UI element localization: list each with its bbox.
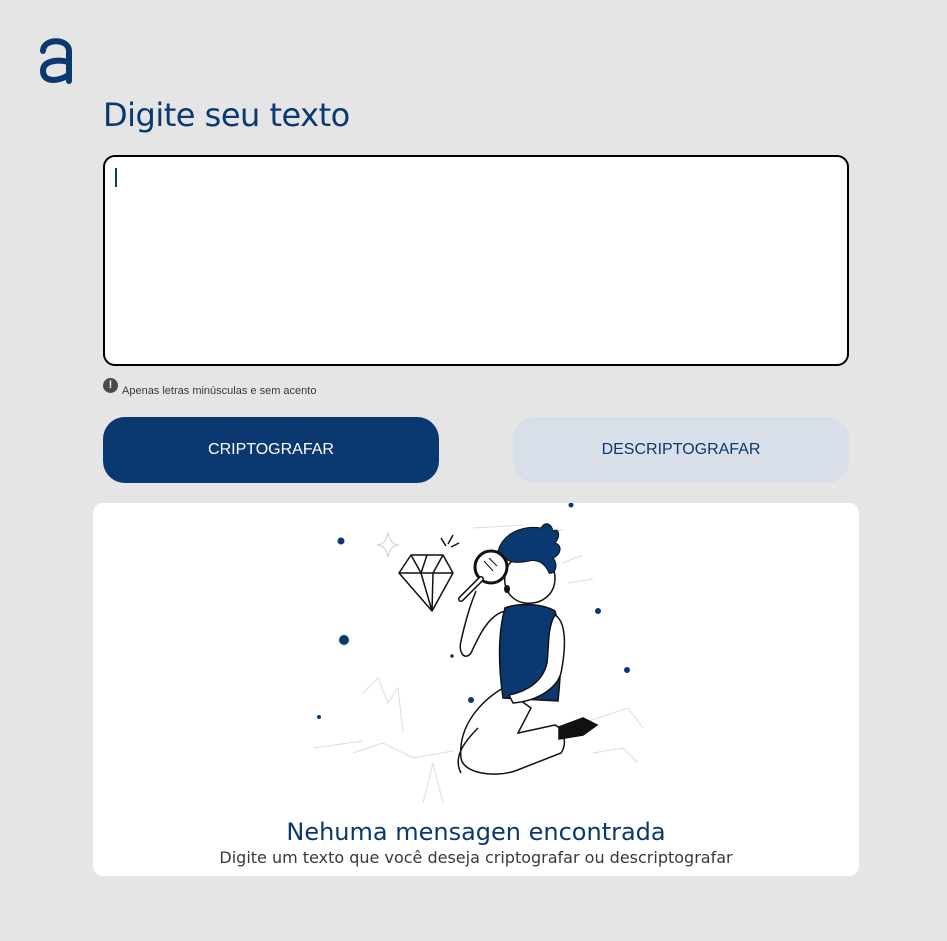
text-input[interactable] <box>105 157 847 364</box>
input-hint: ! Apenas letras minúsculas e sem acento <box>103 377 317 397</box>
page-title: Digite seu texto <box>103 96 350 134</box>
empty-state-title: Nehuma mensagen encontrada <box>286 818 666 846</box>
text-caret <box>115 168 117 187</box>
output-panel: Nehuma mensagen encontrada Digite um tex… <box>93 503 859 876</box>
encrypt-button[interactable]: CRIPTOGRAFAR <box>103 417 439 483</box>
person-magnifying-glass-illustration <box>312 503 644 804</box>
alura-logo-icon[interactable] <box>38 36 74 84</box>
hint-text: Apenas letras minúsculas e sem acento <box>122 385 317 397</box>
decrypt-button[interactable]: DESCRIPTOGRAFAR <box>513 417 849 483</box>
empty-state-subtitle: Digite um texto que você deseja criptogr… <box>219 848 733 867</box>
text-input-container[interactable] <box>103 155 849 366</box>
exclamation-circle-icon: ! <box>103 377 118 393</box>
